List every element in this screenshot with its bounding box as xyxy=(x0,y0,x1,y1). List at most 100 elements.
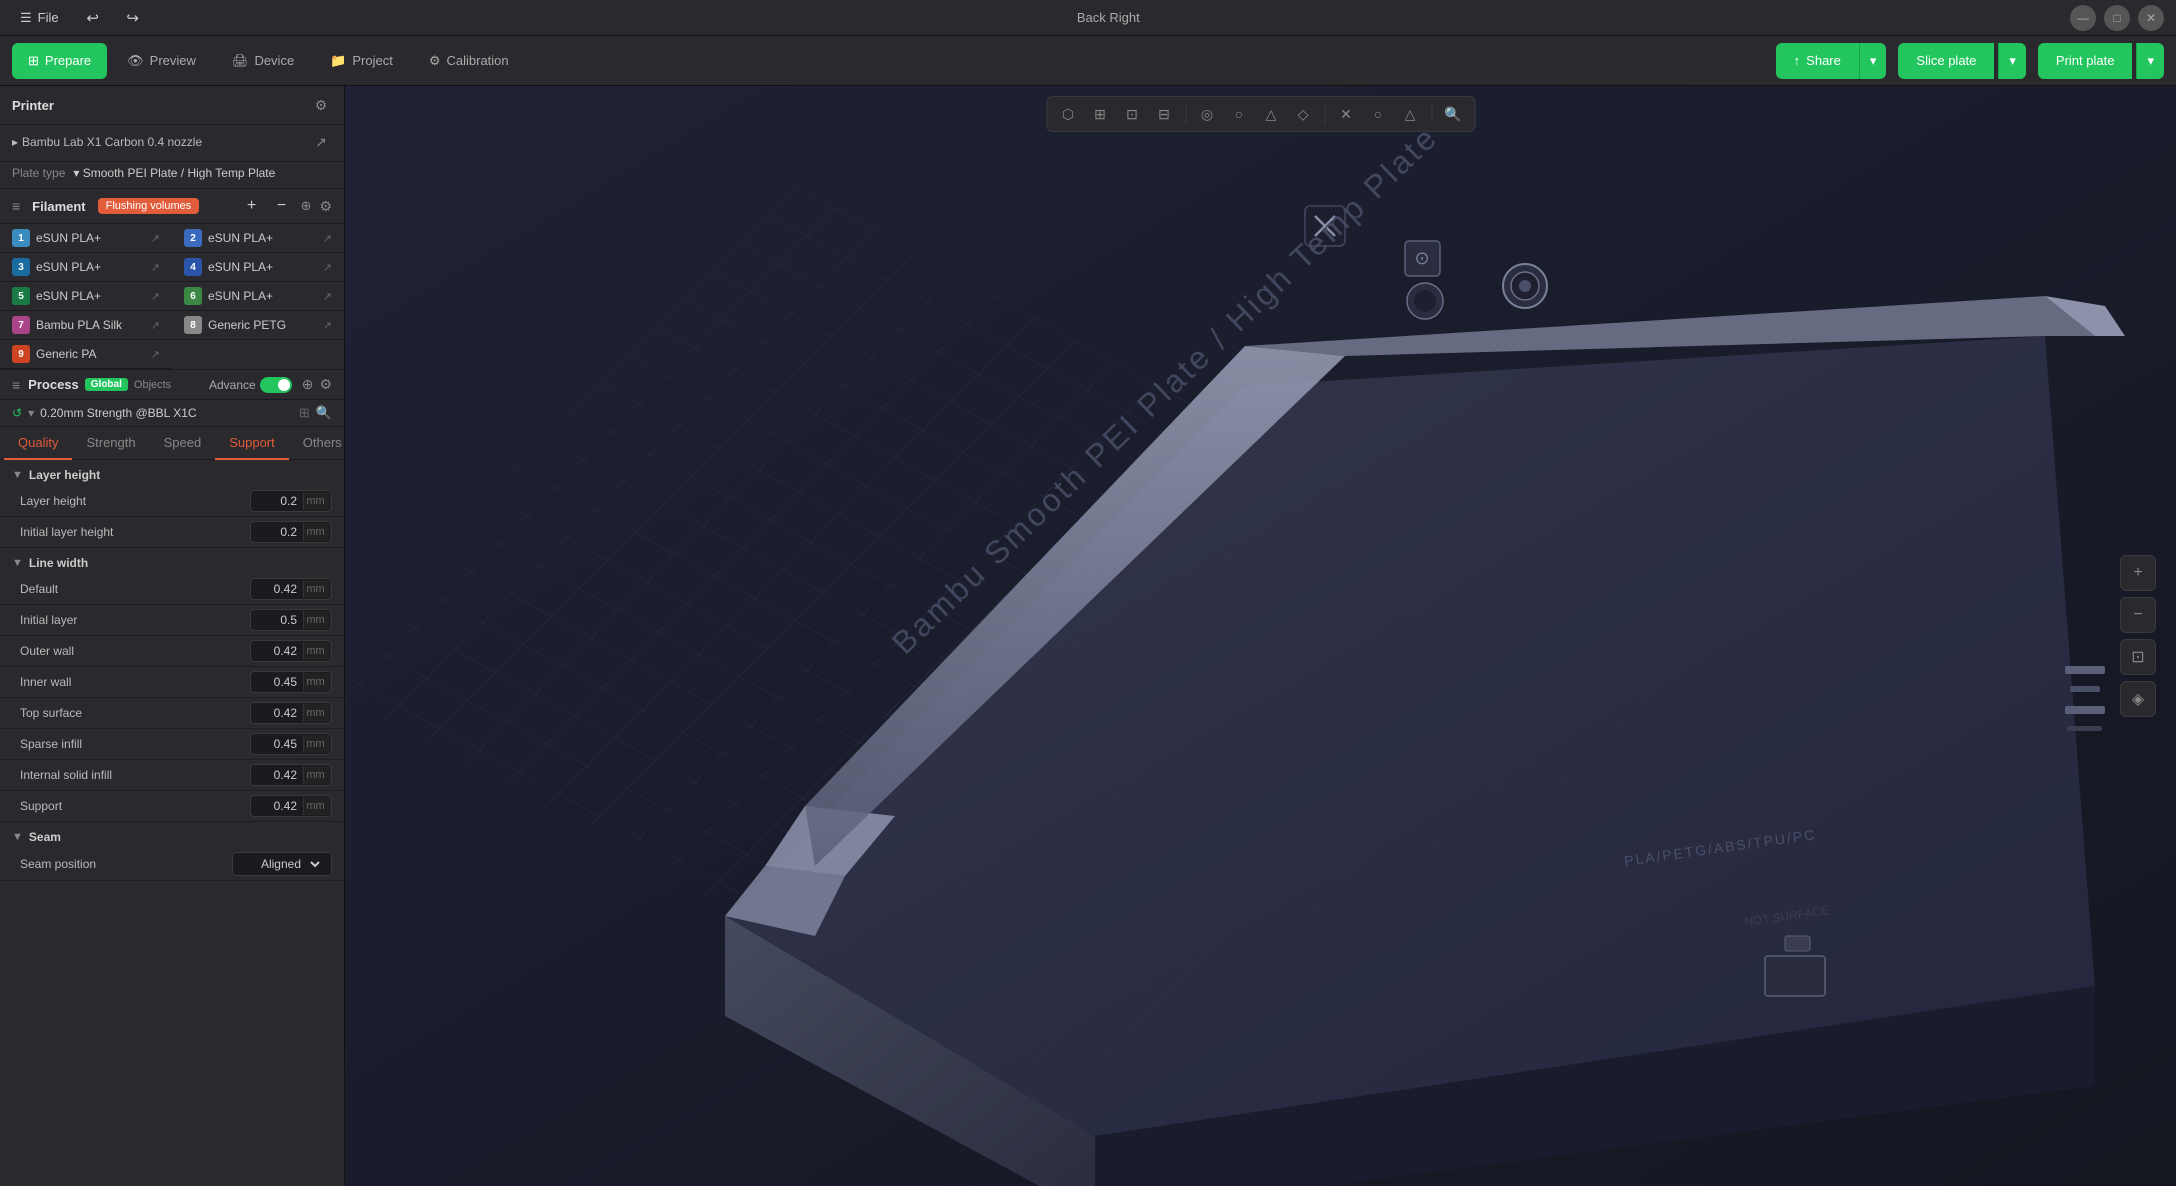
filament-item-edit-button[interactable]: ↗ xyxy=(151,261,160,274)
advance-toggle[interactable] xyxy=(260,377,292,393)
filament-item-edit-button[interactable]: ↗ xyxy=(151,290,160,303)
printer-edit-button[interactable]: ↗ xyxy=(310,131,332,153)
tab-support[interactable]: Support xyxy=(215,427,289,460)
filament-settings-button[interactable]: ⚙ xyxy=(319,198,332,215)
filament-item-name: Generic PA xyxy=(36,347,145,361)
setting-row: Support mm xyxy=(0,791,344,822)
filament-item-edit-button[interactable]: ↗ xyxy=(323,232,332,245)
file-menu[interactable]: ☰ File xyxy=(12,6,67,30)
preview-tab[interactable]: 👁 Preview xyxy=(111,43,212,79)
printer-section-title: Printer xyxy=(12,98,54,113)
setting-input[interactable] xyxy=(251,672,303,692)
minimize-button[interactable]: — xyxy=(2070,5,2096,31)
vt-cube-btn[interactable]: ⬡ xyxy=(1053,100,1083,128)
printer-name[interactable]: ▸ Bambu Lab X1 Carbon 0.4 nozzle ↗ xyxy=(12,131,332,153)
vt-layer-btn[interactable]: ⊟ xyxy=(1149,100,1179,128)
tab-strength[interactable]: Strength xyxy=(72,427,149,460)
prepare-tab[interactable]: ⊞ Prepare xyxy=(12,43,107,79)
filament-item-edit-button[interactable]: ↗ xyxy=(151,319,160,332)
maximize-button[interactable]: □ xyxy=(2104,5,2130,31)
redo-button[interactable]: ↪ xyxy=(119,4,147,32)
vt-cut-btn[interactable]: ○ xyxy=(1224,100,1254,128)
print-dropdown-button[interactable]: ▾ xyxy=(2136,43,2164,79)
vt-preview-btn[interactable]: 🔍 xyxy=(1438,100,1468,128)
profile-save-button[interactable]: ⊞ xyxy=(299,405,310,421)
vt-arrange-btn[interactable]: ⊡ xyxy=(1117,100,1147,128)
calibration-tab[interactable]: ⚙ Calibration xyxy=(413,43,525,79)
tab-speed[interactable]: Speed xyxy=(150,427,216,460)
profile-search-button[interactable]: 🔍 xyxy=(316,405,332,421)
filament-remove-button[interactable]: − xyxy=(271,195,293,217)
setting-unit: mm xyxy=(303,492,331,510)
filament-item-edit-button[interactable]: ↗ xyxy=(323,290,332,303)
filament-item[interactable]: 5 eSUN PLA+ ↗ xyxy=(0,282,172,311)
printer-settings-button[interactable]: ⚙ xyxy=(310,94,332,116)
filament-copy-button[interactable]: ⊕ xyxy=(301,198,312,214)
undo-button[interactable]: ↩ xyxy=(79,4,107,32)
tab-others[interactable]: Others xyxy=(289,427,345,460)
viewport: ⬡ ⊞ ⊡ ⊟ ◎ ○ △ ◇ ✕ ○ △ 🔍 xyxy=(345,86,2176,1186)
setting-input[interactable] xyxy=(251,522,303,542)
project-label: Project xyxy=(352,53,392,68)
filament-item[interactable]: 1 eSUN PLA+ ↗ xyxy=(0,224,172,253)
filament-item[interactable]: 8 Generic PETG ↗ xyxy=(172,311,344,340)
setting-unit: mm xyxy=(303,611,331,629)
slice-dropdown-button[interactable]: ▾ xyxy=(1998,43,2026,79)
objects-tag[interactable]: Objects xyxy=(134,379,171,391)
setting-row: Internal solid infill mm xyxy=(0,760,344,791)
vt-close-btn[interactable]: ✕ xyxy=(1331,100,1361,128)
rt-zoom-in-button[interactable]: + xyxy=(2120,555,2156,591)
vt-support-btn[interactable]: △ xyxy=(1256,100,1286,128)
vt-circle-btn[interactable]: ○ xyxy=(1363,100,1393,128)
slice-button[interactable]: Slice plate xyxy=(1898,43,1994,79)
filament-item-edit-button[interactable]: ↗ xyxy=(151,232,160,245)
flushing-volumes-button[interactable]: Flushing volumes xyxy=(98,198,200,214)
vt-orient-btn[interactable]: ◎ xyxy=(1192,100,1222,128)
setting-input[interactable] xyxy=(251,703,303,723)
print-button[interactable]: Print plate xyxy=(2038,43,2133,79)
setting-input[interactable] xyxy=(251,765,303,785)
setting-row: Layer height mm xyxy=(0,486,344,517)
setting-input[interactable] xyxy=(251,610,303,630)
setting-input[interactable] xyxy=(251,796,303,816)
setting-input[interactable] xyxy=(251,579,303,599)
vt-triangle-btn[interactable]: △ xyxy=(1395,100,1425,128)
rt-fit-button[interactable]: ⊡ xyxy=(2120,639,2156,675)
setting-input[interactable] xyxy=(251,491,303,511)
seam-position-select[interactable]: Aligned Random Nearest Rear xyxy=(233,853,323,875)
setting-label: Support xyxy=(20,799,250,813)
setting-unit: mm xyxy=(303,580,331,598)
profile-name[interactable]: 0.20mm Strength @BBL X1C xyxy=(40,406,293,420)
filament-item[interactable]: 4 eSUN PLA+ ↗ xyxy=(172,253,344,282)
filament-item[interactable]: 2 eSUN PLA+ ↗ xyxy=(172,224,344,253)
vt-seam-btn[interactable]: ◇ xyxy=(1288,100,1318,128)
filament-item-edit-button[interactable]: ↗ xyxy=(323,261,332,274)
filament-item-edit-button[interactable]: ↗ xyxy=(151,348,160,361)
setting-input[interactable] xyxy=(251,734,303,754)
vt-grid-btn[interactable]: ⊞ xyxy=(1085,100,1115,128)
project-tab[interactable]: 📁 Project xyxy=(314,43,409,79)
tab-quality[interactable]: Quality xyxy=(4,427,72,460)
file-menu-label: File xyxy=(38,10,59,25)
setting-input-group: Aligned Random Nearest Rear xyxy=(232,852,332,876)
device-tab[interactable]: 🖨 Device xyxy=(216,43,310,79)
filament-item[interactable]: 7 Bambu PLA Silk ↗ xyxy=(0,311,172,340)
filament-add-button[interactable]: + xyxy=(241,195,263,217)
filament-item[interactable]: 3 eSUN PLA+ ↗ xyxy=(0,253,172,282)
share-dropdown-button[interactable]: ▾ xyxy=(1859,43,1887,79)
process-copy-button[interactable]: ⊕ xyxy=(302,376,314,393)
close-button[interactable]: ✕ xyxy=(2138,5,2164,31)
layer-height-group-label: Layer height xyxy=(29,468,100,482)
filament-item-edit-button[interactable]: ↗ xyxy=(323,319,332,332)
rt-perspective-button[interactable]: ◈ xyxy=(2120,681,2156,717)
filament-item[interactable]: 6 eSUN PLA+ ↗ xyxy=(172,282,344,311)
filament-number: 1 xyxy=(12,229,30,247)
rt-zoom-out-button[interactable]: − xyxy=(2120,597,2156,633)
share-button[interactable]: ↑ Share xyxy=(1776,43,1859,79)
filament-item[interactable]: 9 Generic PA ↗ xyxy=(0,340,172,369)
setting-row: Default mm xyxy=(0,574,344,605)
calibration-icon: ⚙ xyxy=(429,53,441,69)
settings-content: ▼ Layer height Layer height mm Initial l… xyxy=(0,460,344,1186)
setting-input[interactable] xyxy=(251,641,303,661)
process-settings-button[interactable]: ⚙ xyxy=(319,376,332,393)
